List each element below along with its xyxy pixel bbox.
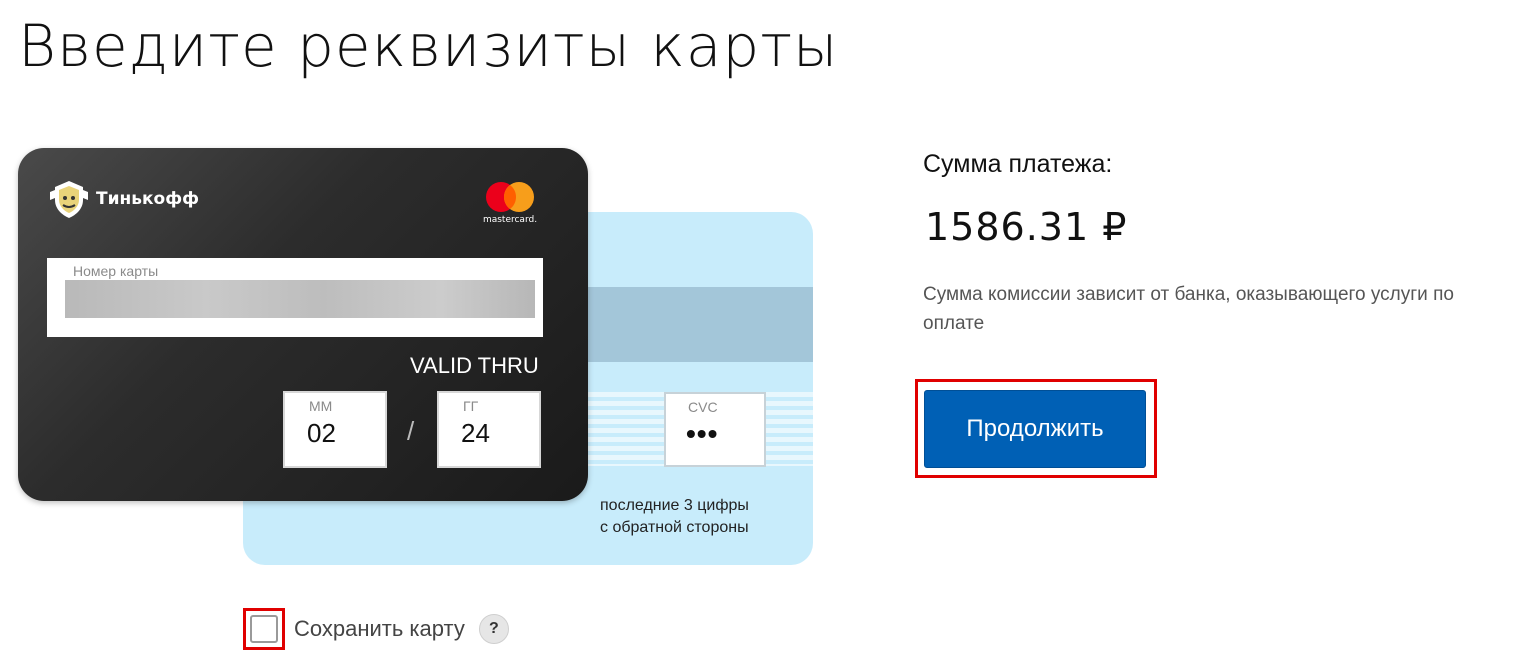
- bank-logo: Тинькофф: [48, 178, 199, 220]
- save-card-checkbox[interactable]: [250, 615, 278, 643]
- continue-button[interactable]: Продолжить: [924, 390, 1146, 468]
- expiry-year-value: 24: [461, 418, 490, 448]
- network-name: mastercard.: [482, 215, 538, 225]
- question-icon[interactable]: ?: [478, 614, 509, 644]
- cvc-hint-line2: с обратной стороны: [600, 519, 749, 536]
- mastercard-icon: [486, 182, 534, 212]
- card-number-label: Номер карты: [73, 263, 159, 279]
- expiry-month-label: ММ: [309, 398, 333, 414]
- cvc-value: •••: [686, 418, 719, 449]
- card-number-field[interactable]: Номер карты: [47, 258, 543, 337]
- amount-label: Сумма платежа:: [923, 150, 1113, 178]
- save-card-label[interactable]: Сохранить карту: [294, 616, 465, 642]
- continue-highlight: Продолжить: [915, 379, 1157, 478]
- cvc-field[interactable]: CVC •••: [664, 392, 766, 467]
- expiry-month-value: 02: [307, 418, 336, 448]
- card-front: Тинькофф mastercard. Номер карты VALID T…: [18, 148, 588, 501]
- expiry-year-field[interactable]: ГГ 24: [437, 391, 541, 468]
- valid-thru-label: VALID THRU: [410, 353, 539, 378]
- page-title: Введите реквизиты карты: [18, 12, 839, 80]
- cvc-hint-line1: последние 3 цифры: [600, 497, 749, 514]
- expiry-separator: /: [407, 416, 415, 446]
- expiry-month-field[interactable]: ММ 02: [283, 391, 387, 468]
- cvc-hint: последние 3 цифры с обратной стороны: [600, 495, 800, 539]
- card-number-masked: [65, 280, 535, 318]
- save-card-row: Сохранить карту ?: [243, 608, 509, 650]
- expiry-year-label: ГГ: [463, 398, 479, 414]
- commission-note: Сумма комиссии зависит от банка, оказыва…: [923, 284, 1454, 334]
- amount-value: 1586.31 ₽: [925, 205, 1128, 249]
- bank-name: Тинькофф: [96, 189, 199, 209]
- save-card-highlight: [243, 608, 285, 650]
- tinkoff-emblem-icon: [50, 181, 88, 218]
- mastercard-logo: mastercard.: [481, 181, 539, 227]
- cvc-label: CVC: [688, 399, 718, 415]
